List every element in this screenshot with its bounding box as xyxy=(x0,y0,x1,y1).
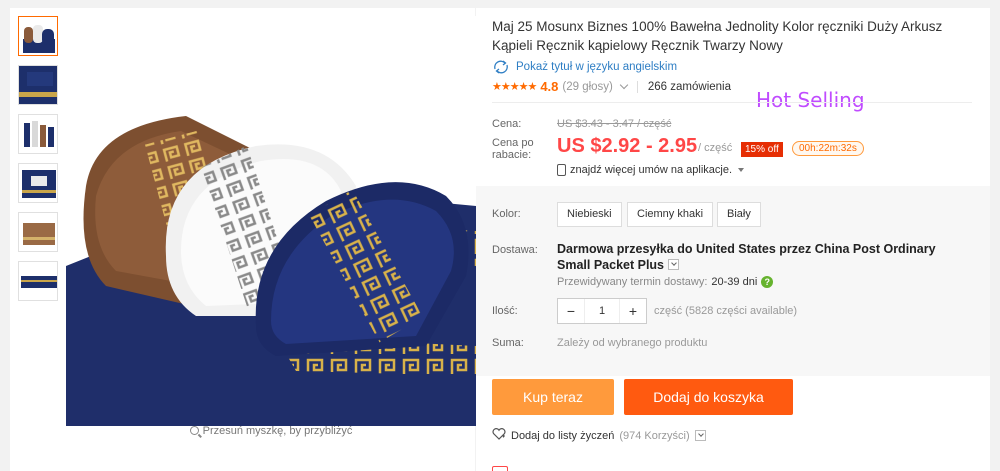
main-product-image[interactable] xyxy=(66,16,476,426)
thumbnail-4[interactable] xyxy=(18,163,58,203)
sum-value: Zależy od wybranego produktu xyxy=(557,337,708,349)
zoom-hint-text: Przesuń myszkę, by przybliżyć xyxy=(202,425,353,437)
original-price: US $3.43 - 3.47 / część xyxy=(557,118,672,130)
quantity-stepper: − + xyxy=(557,298,647,324)
shipping-dropdown-icon[interactable] xyxy=(667,259,679,270)
shipping-text: Darmowa przesyłka do United States przez… xyxy=(557,242,936,272)
product-gallery: Przesuń myszkę, by przybliżyć xyxy=(10,8,476,471)
heart-icon xyxy=(492,428,506,443)
wishlist-dropdown-icon[interactable] xyxy=(694,430,706,441)
stock-availability: część (5828 części available) xyxy=(654,305,798,317)
shipping-method[interactable]: Darmowa przesyłka do United States przez… xyxy=(557,241,967,273)
thumbnail-1[interactable] xyxy=(18,16,58,56)
translate-link-text[interactable]: Pokaż tytuł w języku angielskim xyxy=(516,61,677,73)
thumbnail-2[interactable] xyxy=(18,65,58,105)
color-option-niebieski[interactable]: Niebieski xyxy=(557,202,622,227)
rating-stars-icon[interactable]: ★★★★★ xyxy=(492,80,537,93)
add-to-wishlist[interactable]: Dodaj do listy życzeń (974 Korzyści) xyxy=(492,428,706,443)
discount-badge: 15% off xyxy=(741,142,783,157)
buy-now-button[interactable]: Kup teraz xyxy=(492,379,614,415)
eta-days: 20-39 dni xyxy=(711,276,758,288)
wishlist-count: (974 Korzyści) xyxy=(619,429,690,442)
app-deals-text[interactable]: znajdź więcej umów na aplikacje. xyxy=(570,164,732,176)
product-title: Maj 25 Mosunx Biznes 100% Bawełna Jednol… xyxy=(492,19,943,53)
app-deals-link[interactable]: znajdź więcej umów na aplikacje. xyxy=(557,164,745,176)
add-to-cart-button[interactable]: Dodaj do koszyka xyxy=(624,379,793,415)
color-option-ciemny-khaki[interactable]: Ciemny khaki xyxy=(627,202,714,227)
thumbnail-5[interactable] xyxy=(18,212,58,252)
hot-selling-overlay: Hot Selling xyxy=(756,88,865,112)
eta-label: Przewidywany termin dostawy: xyxy=(557,276,708,288)
zoom-hint: Przesuń myszkę, by przybliżyć xyxy=(66,425,476,437)
thumbnail-3[interactable] xyxy=(18,114,58,154)
orders-count: 266 zamówienia xyxy=(636,80,731,93)
thumbnail-6[interactable] xyxy=(18,261,58,301)
countdown-timer: 00h:22m:32s xyxy=(792,141,864,156)
price-unit: / część xyxy=(698,142,733,154)
magnifier-icon xyxy=(189,426,199,435)
current-price: US $2.92 - 2.95 xyxy=(557,135,698,157)
discount-price-label: Cena po rabacie: xyxy=(492,137,534,161)
quantity-label: Ilość: xyxy=(492,305,518,317)
coupon-icon[interactable] xyxy=(492,466,508,471)
price-label: Cena: xyxy=(492,118,522,130)
color-option-bialy[interactable]: Biały xyxy=(717,202,761,227)
chevron-down-icon[interactable] xyxy=(619,80,629,90)
quantity-input[interactable] xyxy=(584,299,620,323)
translate-icon xyxy=(492,60,510,74)
delivery-label: Dostawa: xyxy=(492,244,538,256)
phone-icon xyxy=(557,164,566,176)
delivery-estimate: Przewidywany termin dostawy: 20-39 dni ? xyxy=(557,276,774,288)
quantity-decrease-button[interactable]: − xyxy=(558,299,584,323)
translate-title-link[interactable]: Pokaż tytuł w języku angielskim xyxy=(492,60,677,74)
help-icon[interactable]: ? xyxy=(761,276,774,288)
caret-down-icon xyxy=(738,168,745,172)
thumbnail-list xyxy=(18,16,60,310)
rating-value: 4.8 xyxy=(540,79,559,94)
rating-row: ★★★★★ 4.8 (29 głosy) 266 zamówienia xyxy=(492,79,731,94)
votes-count[interactable]: (29 głosy) xyxy=(562,81,613,93)
wishlist-text[interactable]: Dodaj do listy życzeń xyxy=(511,430,614,442)
sum-label: Suma: xyxy=(492,337,524,349)
quantity-increase-button[interactable]: + xyxy=(620,299,646,323)
divider xyxy=(492,102,972,103)
color-label: Kolor: xyxy=(492,208,521,220)
product-info-panel: Maj 25 Mosunx Biznes 100% Bawełna Jednol… xyxy=(476,8,990,471)
